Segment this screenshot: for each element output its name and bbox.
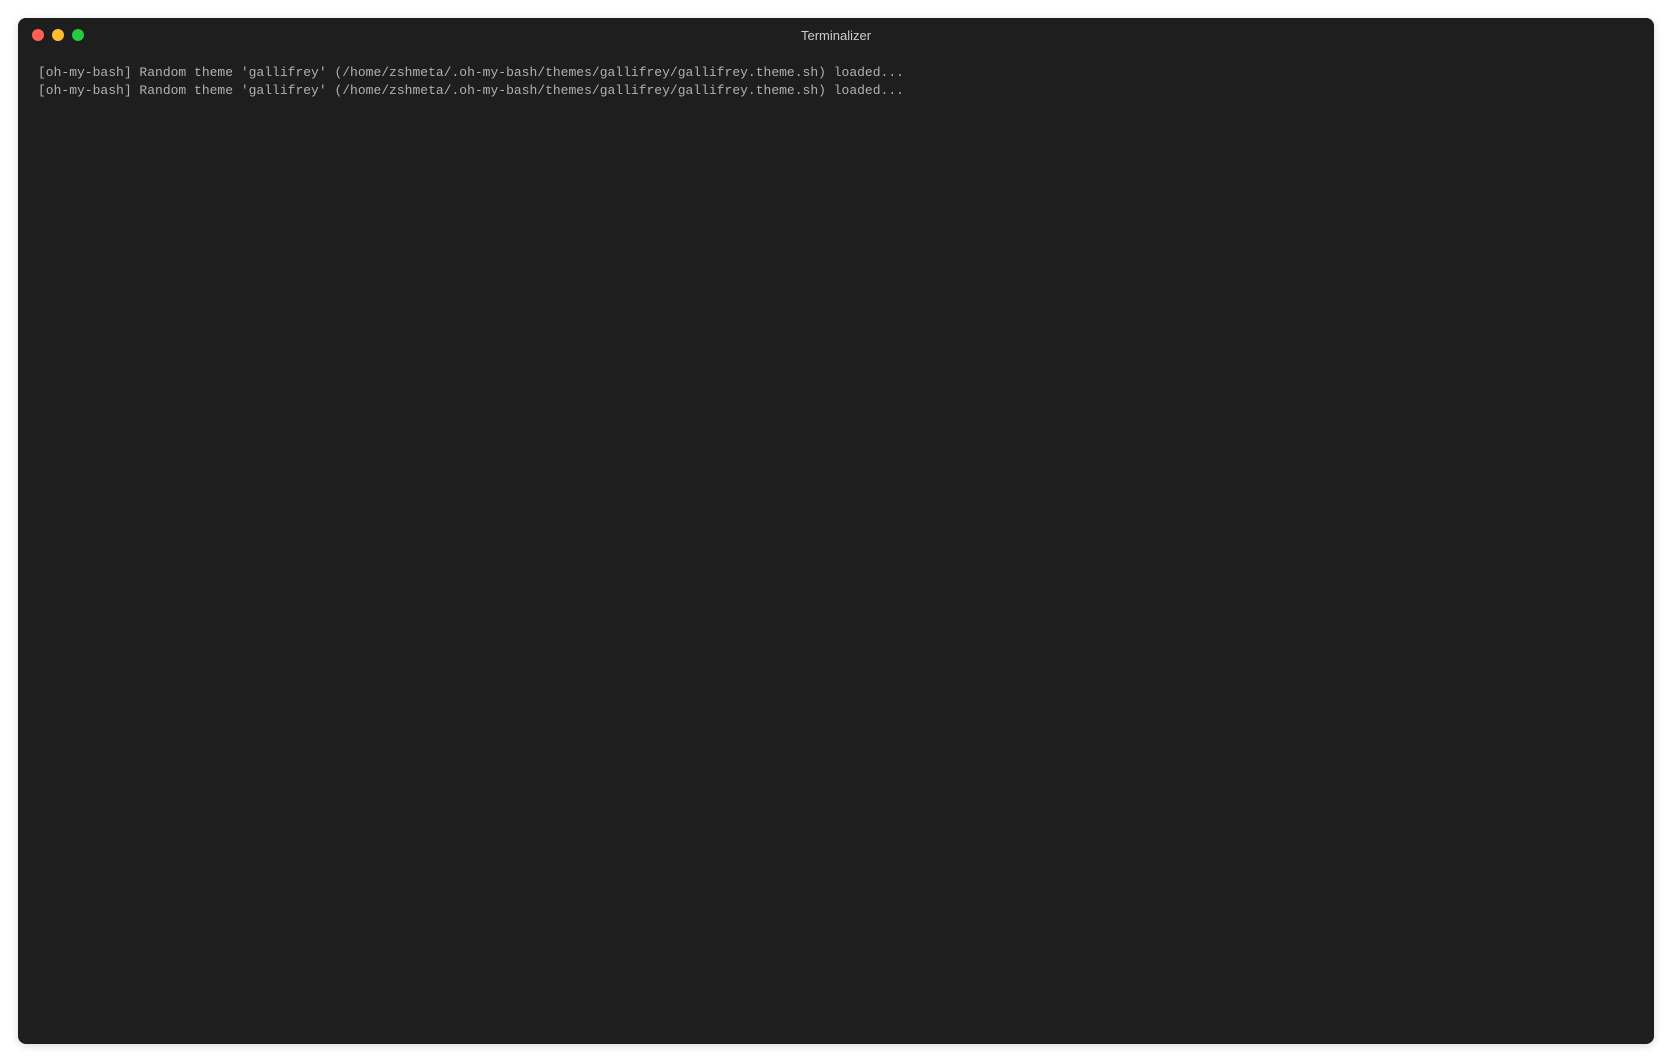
terminal-line: [oh-my-bash] Random theme 'gallifrey' (/… <box>38 64 1634 82</box>
close-icon[interactable] <box>32 29 44 41</box>
window-title: Terminalizer <box>801 28 871 43</box>
traffic-lights <box>32 29 84 41</box>
titlebar: Terminalizer <box>18 18 1654 52</box>
minimize-icon[interactable] <box>52 29 64 41</box>
terminal-window: Terminalizer [oh-my-bash] Random theme '… <box>18 18 1654 1044</box>
terminal-line: [oh-my-bash] Random theme 'gallifrey' (/… <box>38 82 1634 100</box>
terminal-body[interactable]: [oh-my-bash] Random theme 'gallifrey' (/… <box>18 52 1654 1044</box>
maximize-icon[interactable] <box>72 29 84 41</box>
